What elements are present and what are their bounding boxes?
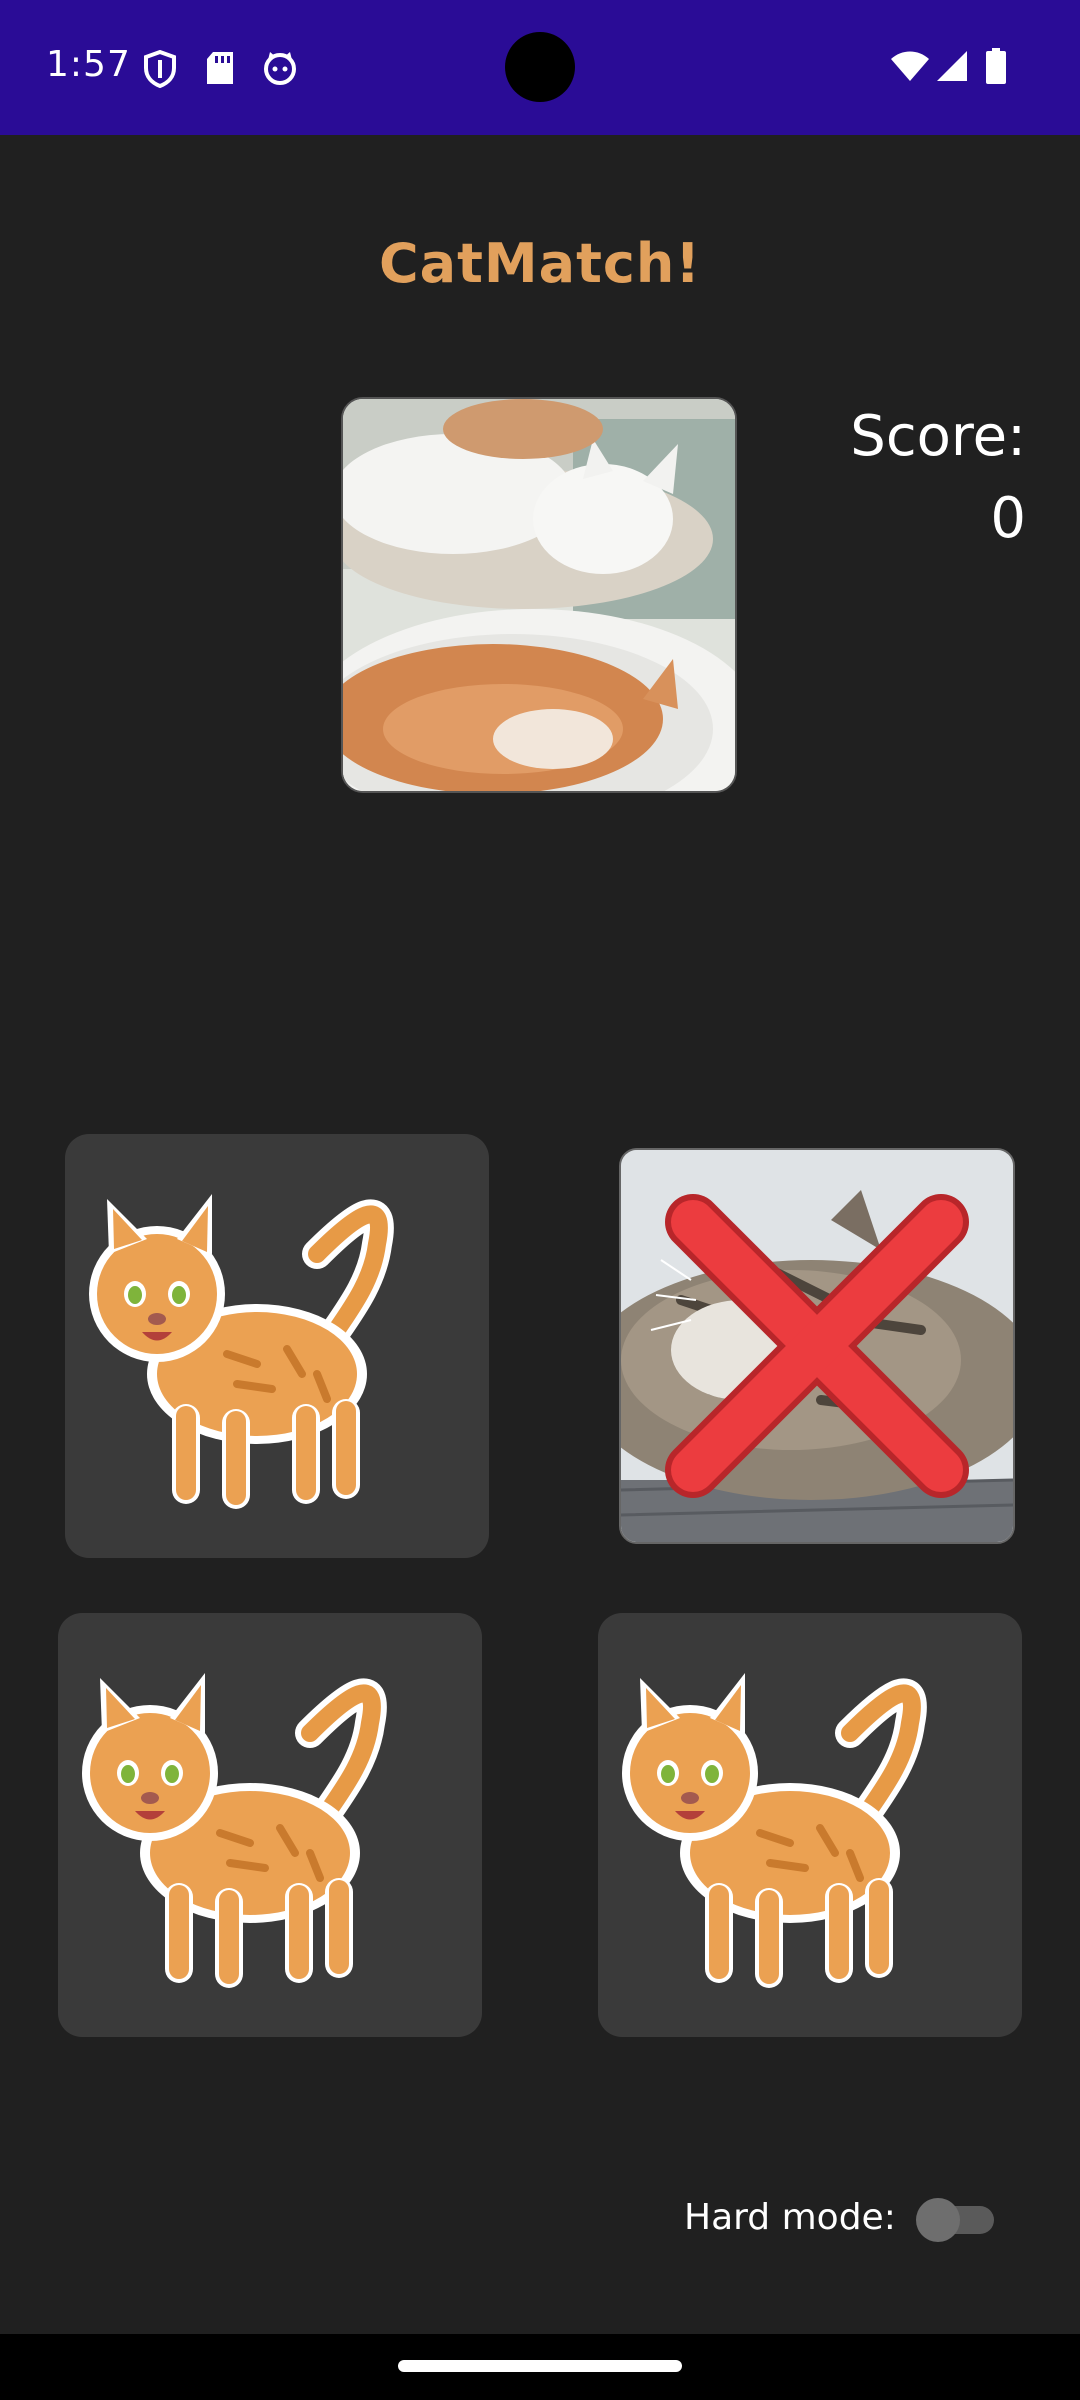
status-time: 1:57 — [46, 44, 131, 85]
card-3[interactable] — [58, 1613, 482, 2037]
cartoon-cat-icon — [622, 1673, 927, 1988]
score-value: 0 — [990, 486, 1026, 551]
signal-icon — [936, 50, 968, 86]
cartoon-cat-icon — [82, 1673, 387, 1988]
target-cat-image — [341, 397, 737, 793]
hard-mode-switch[interactable] — [914, 2196, 1000, 2244]
hard-mode-label: Hard mode: — [684, 2197, 896, 2238]
battery-icon — [986, 48, 1006, 88]
wifi-icon — [890, 50, 930, 86]
card-2-wrong[interactable] — [619, 1148, 1015, 1544]
app-title: CatMatch! — [379, 232, 701, 295]
card-1[interactable] — [65, 1134, 489, 1558]
home-gesture-handle[interactable] — [398, 2360, 682, 2372]
cartoon-cat-icon — [89, 1194, 394, 1509]
shield-icon — [143, 49, 177, 92]
cat-face-icon — [262, 50, 298, 90]
score-label: Score: — [850, 404, 1026, 469]
cat-photo-with-red-x — [621, 1150, 1013, 1542]
front-camera — [505, 32, 575, 102]
sd-card-icon — [205, 50, 235, 90]
card-4[interactable] — [598, 1613, 1022, 2037]
status-bar: 1:57 — [0, 0, 1080, 135]
